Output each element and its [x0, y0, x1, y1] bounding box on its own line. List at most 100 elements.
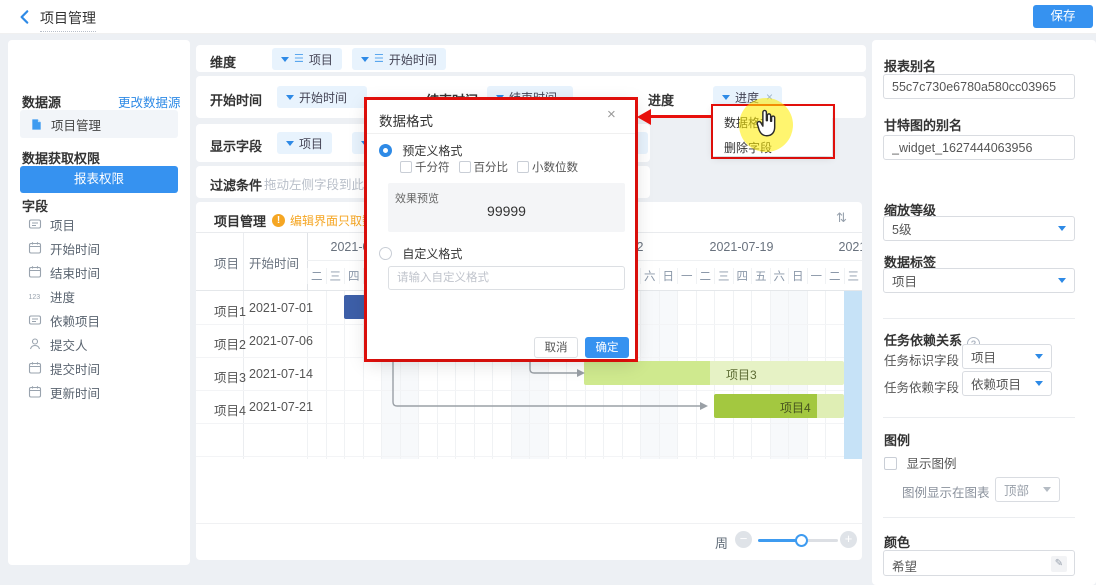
task-dep-field-value: 依赖项目 [971, 374, 1021, 393]
chevron-down-icon [361, 57, 369, 62]
custom-format-input[interactable] [388, 266, 625, 290]
perm-section-title: 数据获取权限 [22, 148, 100, 167]
gantt-day-header: 五 [751, 268, 770, 284]
chevron-down-icon [286, 95, 294, 100]
thousands-option: 千分符 [400, 159, 450, 175]
number-field-icon: 123 [28, 289, 42, 303]
text-field-icon [28, 313, 42, 327]
today-column-highlight [844, 291, 863, 459]
gantt-day-header: 三 [844, 268, 863, 284]
report-alias-input[interactable] [883, 74, 1075, 99]
data-label-value: 项目 [892, 271, 917, 290]
display-chip-project[interactable]: 项目 [277, 132, 332, 154]
start-time-chip[interactable]: 开始时间 [277, 86, 367, 108]
zoom-slider-handle[interactable] [795, 534, 808, 547]
document-icon [30, 118, 43, 131]
row-project-name: 项目2 [214, 334, 246, 353]
chevron-down-icon [496, 95, 504, 100]
radio-selected-icon[interactable] [379, 144, 392, 157]
show-legend-row: 显示图例 [884, 453, 957, 472]
show-legend-checkbox[interactable] [884, 457, 897, 470]
widget-alias-input[interactable] [883, 135, 1075, 160]
close-icon[interactable]: × [607, 106, 616, 123]
list-field-icon: ☰ [294, 54, 304, 65]
save-button[interactable]: 保存 [1033, 5, 1093, 28]
sidebar-field-提交人[interactable]: 提交人 [28, 332, 88, 356]
row-project-name: 项目4 [214, 400, 246, 419]
dimension-row: 维度 ☰ 项目 ☰ 开始时间 [196, 45, 866, 72]
svg-text:123: 123 [28, 294, 40, 301]
cancel-button[interactable]: 取消 [534, 337, 578, 358]
date-field-icon [28, 361, 42, 375]
legend-pos-value: 顶部 [1004, 480, 1029, 499]
datasource-item-label: 项目管理 [51, 115, 101, 134]
chevron-down-icon [1043, 487, 1051, 492]
thousands-checkbox[interactable] [400, 161, 412, 173]
data-label-select[interactable]: 项目 [883, 268, 1075, 293]
color-scheme-field[interactable]: 希望 ✎ [883, 550, 1075, 576]
legend-pos-select[interactable]: 顶部 [995, 477, 1060, 502]
row-divider [196, 390, 862, 391]
preview-value: 99999 [388, 203, 625, 219]
widget-alias-label: 甘特图的别名 [884, 115, 962, 134]
gantt-bar-project3[interactable] [584, 361, 710, 385]
annotation-arrow-head [637, 109, 651, 125]
task-dep-field-select[interactable]: 依赖项目 [962, 371, 1052, 396]
sort-icon[interactable]: ⇅ [836, 210, 847, 226]
chevron-down-icon [286, 141, 294, 146]
task-id-field-select[interactable]: 项目 [962, 344, 1052, 369]
back-icon[interactable] [16, 8, 34, 26]
zoom-out-button[interactable]: − [735, 531, 752, 548]
list-field-icon: ☰ [374, 54, 384, 65]
decimals-label: 小数位数 [532, 162, 578, 174]
date-field-icon [28, 265, 42, 279]
percent-checkbox[interactable] [459, 161, 471, 173]
sidebar-field-label: 提交时间 [50, 359, 100, 378]
format-checkboxes: 千分符 百分比 小数位数 [400, 159, 578, 175]
gantt-day-header: 二 [696, 268, 715, 284]
gantt-day-header: 六 [640, 268, 659, 284]
row-start-date: 2021-07-01 [249, 301, 313, 315]
row-start-date: 2021-07-21 [249, 400, 313, 414]
row-divider [196, 423, 862, 424]
legend-label: 图例 [884, 430, 910, 449]
sidebar-field-更新时间[interactable]: 更新时间 [28, 380, 100, 404]
confirm-button[interactable]: 确定 [585, 337, 629, 358]
progress-label: 进度 [648, 90, 674, 109]
annotation-arrow-line [651, 115, 711, 118]
change-datasource-link[interactable]: 更改数据源 [118, 92, 181, 111]
zoom-level-select[interactable]: 5级 [883, 216, 1075, 241]
custom-format-label: 自定义格式 [402, 247, 462, 261]
chevron-down-icon [1058, 226, 1066, 231]
date-field-icon [28, 385, 42, 399]
sidebar-field-提交时间[interactable]: 提交时间 [28, 356, 100, 380]
zoom-in-button[interactable]: + [840, 531, 857, 548]
sidebar-field-label: 开始时间 [50, 239, 100, 258]
percent-option: 百分比 [459, 159, 509, 175]
chevron-down-icon [281, 57, 289, 62]
divider [367, 133, 635, 134]
week-label: 2021-07-19 [677, 240, 806, 254]
gantt-day-header: 一 [807, 268, 826, 284]
decimals-checkbox[interactable] [517, 161, 529, 173]
filter-dropzone[interactable]: 拖动左侧字段到此处 [264, 174, 377, 193]
sidebar-field-结束时间[interactable]: 结束时间 [28, 260, 100, 284]
gantt-day-header: 三 [714, 268, 733, 284]
row-divider [196, 456, 862, 457]
gantt-bar-project4-remaining[interactable] [817, 394, 844, 418]
dimension-chip-starttime[interactable]: ☰ 开始时间 [352, 48, 446, 70]
sidebar-field-依赖项目[interactable]: 依赖项目 [28, 308, 100, 332]
date-field-icon [28, 241, 42, 255]
chip-label: 开始时间 [389, 51, 437, 68]
radio-unselected-icon[interactable] [379, 247, 392, 260]
gantt-day-header: 四 [344, 268, 363, 284]
edit-icon[interactable]: ✎ [1051, 556, 1067, 572]
sidebar-field-项目[interactable]: 项目 [28, 212, 75, 236]
format-preview-box: 效果预览 99999 [388, 183, 625, 232]
row-start-date: 2021-07-06 [249, 334, 313, 348]
sidebar-field-进度[interactable]: 123进度 [28, 284, 75, 308]
sidebar-field-开始时间[interactable]: 开始时间 [28, 236, 100, 260]
report-permission-button[interactable]: 报表权限 [20, 166, 178, 193]
datasource-item[interactable]: 项目管理 [20, 110, 178, 138]
dimension-chip-project[interactable]: ☰ 项目 [272, 48, 342, 70]
